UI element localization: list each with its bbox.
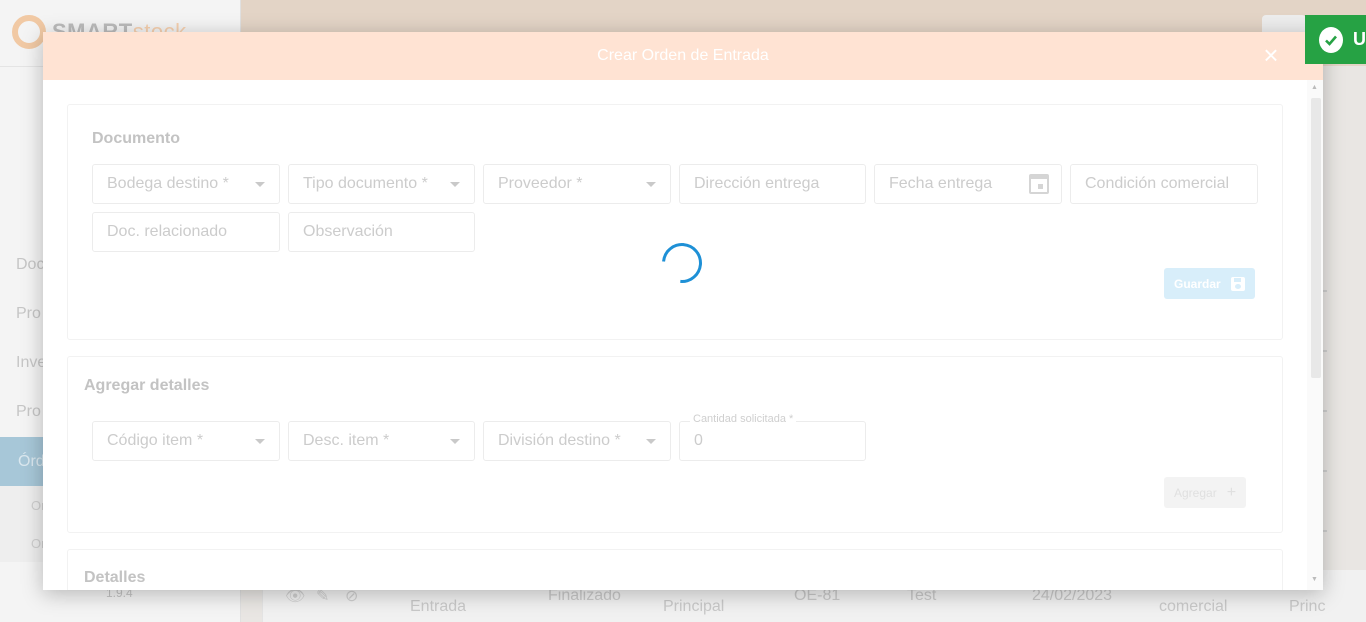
table-cell: Principal	[663, 598, 725, 615]
fecha-entrega-input[interactable]: Fecha entrega	[874, 164, 1062, 204]
dropdown-arrow-icon	[646, 439, 656, 444]
success-toast[interactable]: U	[1305, 15, 1366, 64]
proveedor-placeholder: Proveedor *	[498, 175, 583, 192]
table-cell: comercial	[1159, 598, 1228, 615]
condicion-comercial-input[interactable]: Condición comercial	[1070, 164, 1258, 204]
calendar-icon[interactable]	[1029, 174, 1049, 194]
cantidad-solicitada-input[interactable]: Cantidad solicitada * 0	[679, 413, 866, 461]
observacion-input[interactable]: Observación	[288, 212, 475, 252]
desc-item-placeholder: Desc. item *	[303, 432, 390, 449]
agregar-detalles-card: Agregar detalles Código item * Desc. ite…	[67, 356, 1283, 533]
division-destino-placeholder: División destino *	[498, 432, 621, 449]
save-button-label: Guardar	[1174, 276, 1221, 291]
detalles-title: Detalles	[84, 569, 146, 586]
table-cell: Entrada	[410, 598, 467, 615]
modal-header: Crear Orden de Entrada ×	[43, 32, 1323, 80]
scrollbar-thumb[interactable]	[1311, 98, 1321, 378]
codigo-item-placeholder: Código item *	[107, 432, 204, 449]
codigo-item-select[interactable]: Código item *	[92, 421, 280, 461]
dropdown-arrow-icon	[255, 439, 265, 444]
plus-icon: +	[1226, 483, 1237, 501]
add-detail-button[interactable]: Agregar +	[1164, 477, 1247, 508]
modal-scrollbar[interactable]: ▲ ▼	[1307, 80, 1323, 590]
direccion-entrega-placeholder: Dirección entrega	[694, 175, 820, 192]
bodega-destino-select[interactable]: Bodega destino *	[92, 164, 280, 204]
cantidad-solicitada-value: 0	[694, 432, 703, 449]
add-detail-label: Agregar	[1174, 485, 1217, 500]
doc-relacionado-placeholder: Doc. relacionado	[107, 223, 228, 240]
dropdown-arrow-icon	[450, 182, 460, 187]
logo-mark-icon	[12, 15, 46, 49]
create-entry-order-modal: Crear Orden de Entrada × Documento Bodeg…	[43, 32, 1323, 590]
cantidad-solicitada-label: Cantidad solicitada *	[690, 413, 797, 425]
observacion-placeholder: Observación	[303, 223, 393, 240]
proveedor-select[interactable]: Proveedor *	[483, 164, 671, 204]
agregar-detalles-title: Agregar detalles	[84, 377, 210, 394]
check-icon	[1319, 26, 1343, 53]
dropdown-arrow-icon	[255, 182, 265, 187]
fecha-entrega-placeholder: Fecha entrega	[889, 175, 993, 192]
scroll-down-icon[interactable]: ▼	[1311, 576, 1318, 583]
documento-card: Documento Bodega destino * Tipo document…	[67, 104, 1283, 340]
doc-relacionado-input[interactable]: Doc. relacionado	[92, 212, 280, 252]
dropdown-arrow-icon	[450, 439, 460, 444]
direccion-entrega-input[interactable]: Dirección entrega	[679, 164, 866, 204]
detalles-card: Detalles	[67, 549, 1283, 590]
documento-title: Documento	[92, 130, 180, 147]
save-button[interactable]: Guardar	[1164, 268, 1255, 299]
division-destino-select[interactable]: División destino *	[483, 421, 671, 461]
tipo-documento-placeholder: Tipo documento *	[303, 175, 428, 192]
close-icon[interactable]: ×	[1259, 42, 1283, 68]
modal-body: Documento Bodega destino * Tipo document…	[43, 80, 1307, 590]
save-icon	[1230, 276, 1245, 291]
desc-item-select[interactable]: Desc. item *	[288, 421, 475, 461]
condicion-comercial-placeholder: Condición comercial	[1085, 175, 1230, 192]
dropdown-arrow-icon	[646, 182, 656, 187]
modal-title: Crear Orden de Entrada	[597, 47, 769, 64]
toast-message: U	[1353, 29, 1366, 49]
tipo-documento-select[interactable]: Tipo documento *	[288, 164, 475, 204]
table-cell: Princ	[1289, 598, 1326, 615]
bodega-destino-placeholder: Bodega destino *	[107, 175, 229, 192]
scroll-up-icon[interactable]: ▲	[1311, 84, 1318, 91]
